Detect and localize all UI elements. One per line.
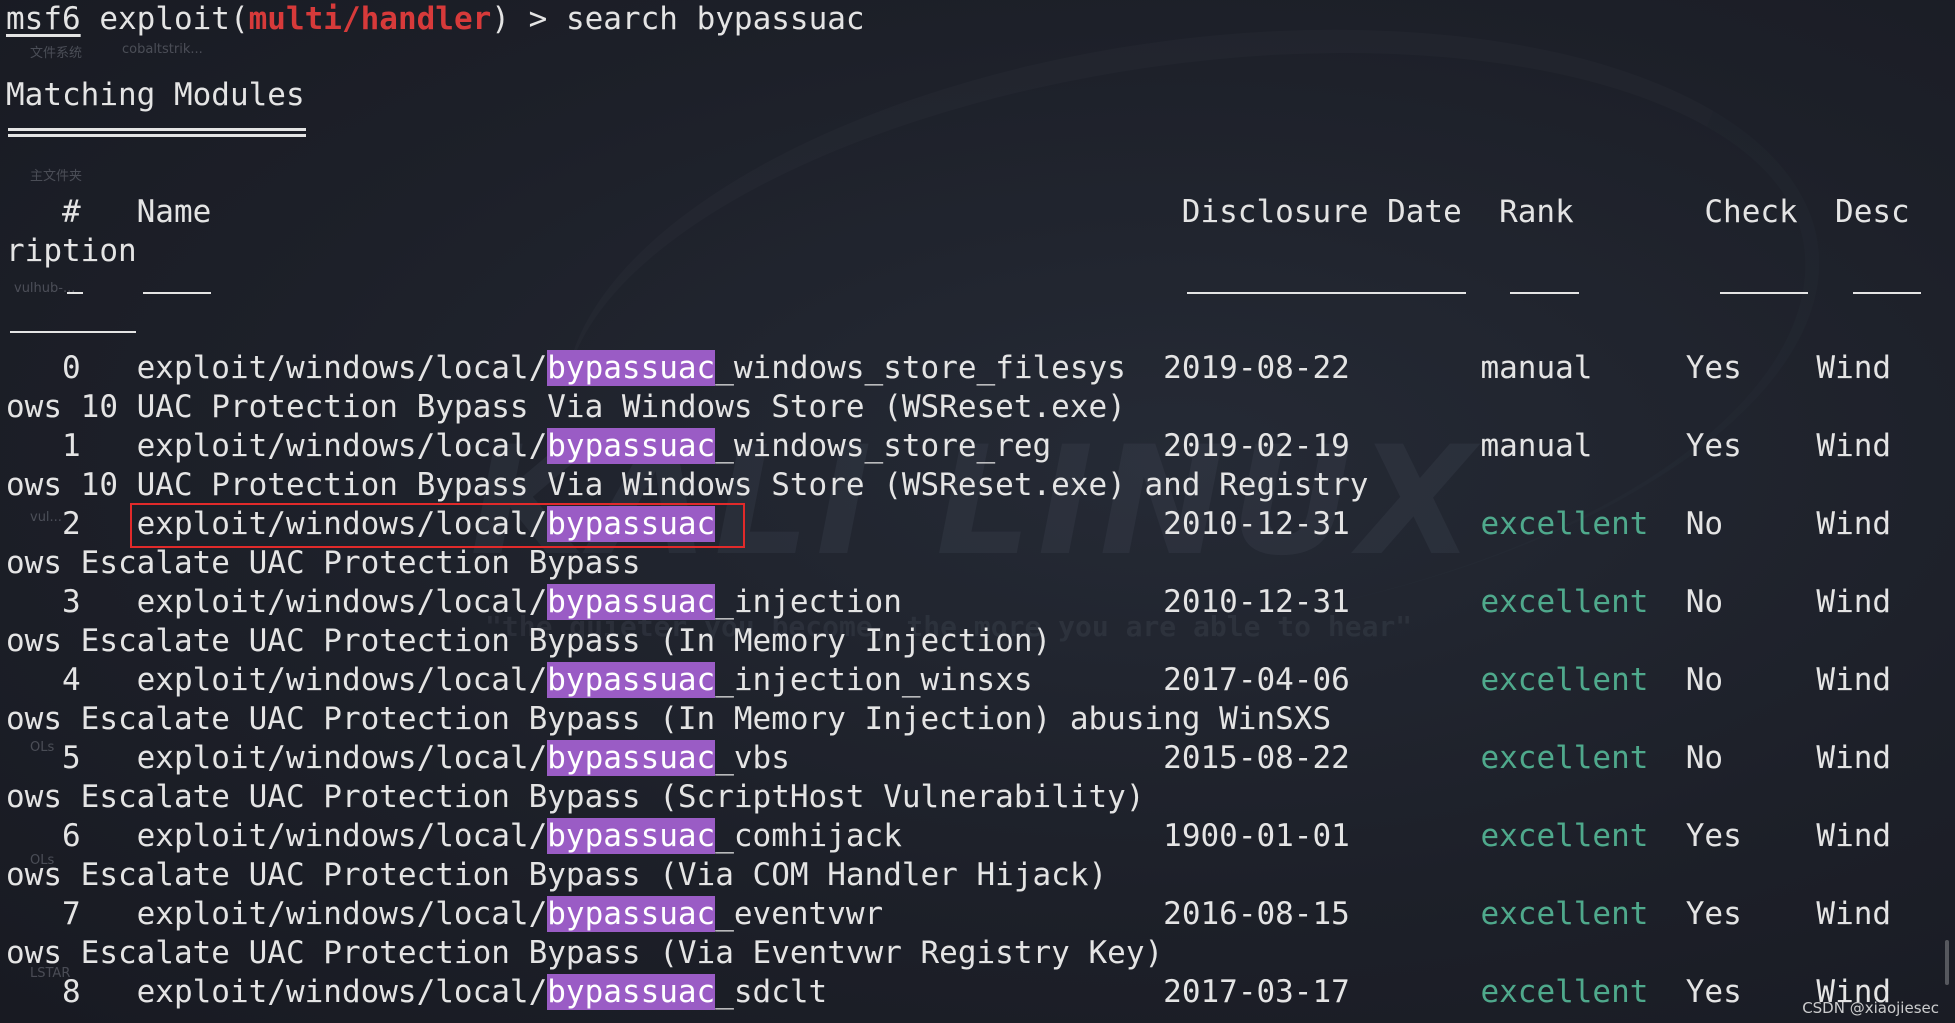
prompt-symbol: ) > <box>491 1 566 37</box>
row-description: ows Escalate UAC Protection Bypass (Via … <box>6 857 1108 893</box>
row-suffix: _windows_store_filesys 2019-08-22 <box>715 350 1481 386</box>
search-highlight: bypassuac <box>547 428 716 464</box>
row-tail: Yes Wind <box>1648 896 1892 932</box>
csdn-watermark: CSDN @xiaojiesec <box>1802 999 1939 1017</box>
rank-value: excellent <box>1480 740 1649 776</box>
search-highlight: bypassuac <box>547 740 716 776</box>
separator-dash <box>1853 292 1921 294</box>
row-suffix: _injection_winsxs 2017-04-06 <box>715 662 1481 698</box>
command-prompt-line: msf6 exploit(multi/handler) > search byp… <box>6 0 865 38</box>
row-description: ows Escalate UAC Protection Bypass <box>6 545 641 581</box>
rank-value: manual <box>1480 350 1649 386</box>
row-description: ows Escalate UAC Protection Bypass (In M… <box>6 701 1332 737</box>
table-row: 0 exploit/windows/local/bypassuac_window… <box>6 349 1891 387</box>
row-tail: No Wind <box>1648 740 1892 776</box>
rank-value: manual <box>1480 428 1649 464</box>
search-highlight: bypassuac <box>547 584 716 620</box>
row-description: ows 10 UAC Protection Bypass Via Windows… <box>6 389 1126 425</box>
command-text: search bypassuac <box>565 1 865 37</box>
desktop-icon-label: 主文件夹 <box>30 169 83 184</box>
desktop-icon-label: cobaltstrik... <box>122 42 203 57</box>
row-suffix: _comhijack 1900-01-01 <box>715 818 1481 854</box>
exploit-label: exploit( <box>99 1 249 37</box>
separator-dash <box>10 331 136 333</box>
table-header: # Name Disclosure Date Rank Check Desc <box>6 194 1910 230</box>
table-row: 5 exploit/windows/local/bypassuac_vbs 20… <box>6 739 1891 777</box>
search-highlight: bypassuac <box>547 974 716 1010</box>
row-tail: Yes Wind <box>1648 818 1892 854</box>
desktop-icon-label: 文件系统 <box>30 46 83 61</box>
row-tail: Yes Wind <box>1648 428 1892 464</box>
table-row: 6 exploit/windows/local/bypassuac_comhij… <box>6 817 1891 855</box>
search-highlight: bypassuac <box>547 896 716 932</box>
table-header-wrap: ription <box>6 233 137 269</box>
terminal-window[interactable]: KALI LINUX "the quieter you become, the … <box>0 0 1955 1023</box>
row-prefix: 7 exploit/windows/local/ <box>6 896 548 932</box>
search-highlight: bypassuac <box>547 818 716 854</box>
row-suffix: _eventvwr 2016-08-15 <box>715 896 1481 932</box>
row-suffix: _injection 2010-12-31 <box>715 584 1481 620</box>
row-suffix: _sdclt 2017-03-17 <box>715 974 1481 1010</box>
row-tail: No Wind <box>1648 662 1892 698</box>
row-description: ows Escalate UAC Protection Bypass (In M… <box>6 623 1052 659</box>
annotation-box <box>130 503 745 548</box>
row-prefix: 4 exploit/windows/local/ <box>6 662 548 698</box>
title-underline <box>8 128 306 137</box>
separator-dash <box>1720 292 1808 294</box>
row-tail: No Wind <box>1648 584 1892 620</box>
row-prefix: 8 exploit/windows/local/ <box>6 974 548 1010</box>
scrollbar[interactable] <box>1945 940 1949 985</box>
section-title: Matching Modules <box>6 77 305 113</box>
search-highlight: bypassuac <box>547 350 716 386</box>
rank-value: excellent <box>1480 506 1649 542</box>
row-prefix: 3 exploit/windows/local/ <box>6 584 548 620</box>
row-description: ows 10 UAC Protection Bypass Via Windows… <box>6 467 1369 503</box>
row-prefix: 0 exploit/windows/local/ <box>6 350 548 386</box>
separator-dash <box>1510 292 1579 294</box>
table-row: 8 exploit/windows/local/bypassuac_sdclt … <box>6 973 1891 1011</box>
row-description: ows Escalate UAC Protection Bypass (Via … <box>6 935 1164 971</box>
msf-prompt-prefix: msf6 <box>6 1 81 37</box>
table-row: 3 exploit/windows/local/bypassuac_inject… <box>6 583 1891 621</box>
table-row: 4 exploit/windows/local/bypassuac_inject… <box>6 661 1891 699</box>
row-suffix: _windows_store_reg 2019-02-19 <box>715 428 1481 464</box>
row-description: ows Escalate UAC Protection Bypass (Scri… <box>6 779 1145 815</box>
separator-dash <box>143 292 211 294</box>
separator-dash <box>67 292 83 294</box>
rank-value: excellent <box>1480 662 1649 698</box>
rank-value: excellent <box>1480 818 1649 854</box>
row-prefix: 1 exploit/windows/local/ <box>6 428 548 464</box>
table-row: 7 exploit/windows/local/bypassuac_eventv… <box>6 895 1891 933</box>
module-name: multi/handler <box>248 1 492 37</box>
search-highlight: bypassuac <box>547 662 716 698</box>
row-tail: Yes Wind <box>1648 350 1892 386</box>
rank-value: excellent <box>1480 584 1649 620</box>
row-prefix: 5 exploit/windows/local/ <box>6 740 548 776</box>
table-row: 1 exploit/windows/local/bypassuac_window… <box>6 427 1891 465</box>
row-prefix: 6 exploit/windows/local/ <box>6 818 548 854</box>
rank-value: excellent <box>1480 896 1649 932</box>
rank-value: excellent <box>1480 974 1649 1010</box>
separator-dash <box>1187 292 1466 294</box>
row-suffix: 2010-12-31 <box>715 506 1481 542</box>
row-tail: No Wind <box>1648 506 1892 542</box>
row-suffix: _vbs 2015-08-22 <box>715 740 1481 776</box>
